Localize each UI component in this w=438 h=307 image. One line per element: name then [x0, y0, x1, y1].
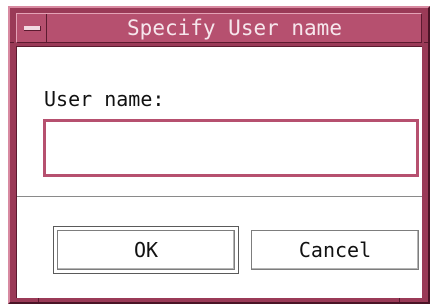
separator — [17, 196, 422, 198]
cancel-button[interactable]: Cancel — [251, 230, 419, 270]
dialog-window: Specify User name User name: OK Cancel — [8, 6, 430, 304]
frame-notch — [399, 298, 400, 302]
dialog-body: User name: OK Cancel — [16, 46, 422, 298]
window-menu-button[interactable] — [17, 14, 47, 42]
title-bar[interactable]: Specify User name — [16, 13, 422, 43]
dialog-title: Specify User name — [127, 16, 342, 40]
user-name-label: User name: — [44, 87, 165, 111]
frame-notch — [424, 42, 428, 43]
frame-notch — [38, 298, 39, 302]
user-name-input[interactable] — [43, 119, 419, 177]
ok-button[interactable]: OK — [57, 230, 235, 270]
frame-notch — [10, 42, 14, 43]
window-menu-icon — [24, 26, 41, 31]
